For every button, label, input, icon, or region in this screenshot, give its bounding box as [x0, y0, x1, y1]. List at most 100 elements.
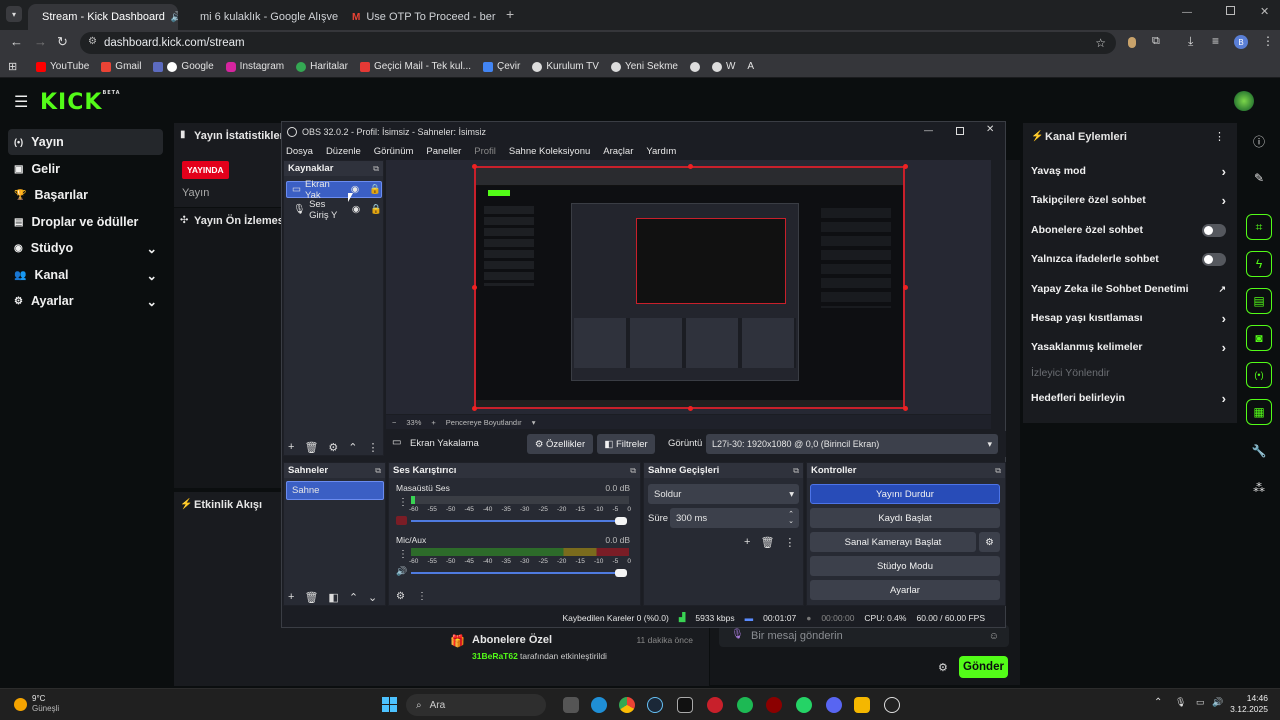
rockstar-icon[interactable] — [854, 697, 870, 713]
action-slow-mode[interactable]: Yavaş mod › — [1031, 164, 1226, 179]
apps-grid-icon[interactable]: ⊞ — [8, 60, 17, 73]
trash-icon[interactable]: 🗑 — [304, 441, 318, 454]
advanced-audio-icon[interactable]: ⚙ — [396, 591, 405, 602]
edge-icon[interactable] — [591, 697, 607, 713]
stop-streaming-button[interactable]: Yayını Durdur — [810, 484, 1000, 504]
speaker-icon[interactable]: 🔊 — [396, 566, 407, 577]
trash-icon[interactable]: 🗑 — [760, 536, 774, 549]
filters-button[interactable]: ◧ Filtreler — [597, 434, 655, 454]
weather-widget[interactable]: 9°C Güneşli — [14, 694, 59, 714]
tab-otp[interactable]: M Use OTP To Proceed - beratery ✕ — [344, 4, 496, 30]
channel-menu-icon[interactable]: ⋮ — [398, 549, 408, 560]
bookmark-globe[interactable] — [689, 61, 700, 72]
resize-handle[interactable] — [903, 285, 908, 290]
resize-handle[interactable] — [472, 285, 477, 290]
add-icon[interactable]: + — [288, 591, 294, 604]
bookmark-gmail[interactable]: Gmail — [101, 61, 141, 72]
zoom-in-icon[interactable]: + — [431, 418, 435, 427]
fit-to-window[interactable]: Pencereye Boyutlandır — [446, 418, 522, 427]
hamburger-menu-icon[interactable]: ☰ — [14, 92, 28, 112]
chat-settings-icon[interactable]: ⚙ — [938, 661, 948, 674]
popout-icon[interactable]: ⧉ — [995, 466, 1001, 476]
action-account-age[interactable]: Hesap yaşı kısıtlaması › — [1031, 311, 1226, 326]
whatsapp-icon[interactable] — [796, 697, 812, 713]
mic-icon[interactable]: 🎙 — [731, 629, 744, 640]
action-set-goals[interactable]: Hedefleri belirleyin › — [1031, 391, 1226, 406]
menu-tools[interactable]: Araçlar — [603, 146, 633, 157]
resize-handle[interactable] — [688, 164, 693, 169]
stepper-icon[interactable]: ⌃ ⌄ — [788, 511, 794, 525]
lock-icon[interactable]: 🔒 — [369, 184, 381, 195]
menu-view[interactable]: Görünüm — [374, 146, 414, 157]
start-recording-button[interactable]: Kaydı Başlat — [810, 508, 1000, 528]
obs-maximize-icon[interactable] — [956, 127, 964, 135]
browser-menu-icon[interactable]: ⋮ — [1262, 34, 1274, 48]
studio-mode-button[interactable]: Stüdyo Modu — [810, 556, 1000, 576]
virtual-camera-settings-icon[interactable]: ⚙ — [979, 532, 1000, 552]
tab-google-shopping[interactable]: mi 6 kulaklık - Google Alışveriş ✕ — [186, 4, 338, 30]
scene-item[interactable]: Sahne — [286, 481, 384, 500]
obs-close-icon[interactable]: ✕ — [986, 124, 994, 135]
popout-icon[interactable]: ⧉ — [373, 164, 379, 174]
action-subscribers-only[interactable]: Abonelere özel sohbet — [1031, 223, 1226, 237]
resize-handle[interactable] — [903, 406, 908, 411]
volume-slider[interactable] — [411, 572, 621, 574]
more-options-icon[interactable]: ⋮ — [417, 591, 427, 602]
more-options-icon[interactable]: ⋮ — [784, 536, 795, 549]
tab-kick-dashboard[interactable]: Stream - Kick Dashboard 🔊 ✕ — [28, 4, 178, 30]
start-button[interactable] — [382, 697, 397, 712]
source-item-audio-input[interactable]: 🎙 Ses Giriş Y ◉ 🔒 — [286, 199, 382, 221]
emote-only-toggle[interactable] — [1202, 252, 1226, 266]
volume-slider-knob[interactable] — [615, 569, 627, 577]
menu-edit[interactable]: Düzenle — [326, 146, 361, 157]
menu-help[interactable]: Yardım — [646, 146, 676, 157]
kick-logo[interactable]: KICKBETA — [40, 90, 121, 115]
volume-icon[interactable]: 🔊 — [1212, 697, 1223, 708]
discord-icon[interactable] — [826, 697, 842, 713]
chat-bubble-icon[interactable]: ◙ — [1246, 325, 1272, 351]
app-darkred-icon[interactable] — [766, 697, 782, 713]
bookmark-translate[interactable]: Çevir — [483, 61, 520, 72]
info-icon[interactable]: ⓘ — [1246, 128, 1272, 154]
sidebar-item-achievements[interactable]: 🏆 Başarılar — [8, 182, 163, 208]
maximize-window-icon[interactable] — [1226, 6, 1235, 15]
site-info-icon[interactable]: ⚙ — [88, 36, 97, 47]
steam-icon[interactable] — [647, 697, 663, 713]
action-followers-only[interactable]: Takipçilere özel sohbet › — [1031, 193, 1226, 208]
audio-icon[interactable]: 🔊 — [171, 12, 178, 23]
chrome-icon[interactable] — [619, 697, 635, 713]
menu-docks[interactable]: Paneller — [426, 146, 461, 157]
menu-scene-collection[interactable]: Sahne Koleksiyonu — [509, 146, 590, 157]
move-up-icon[interactable]: ⌃ — [349, 591, 358, 604]
reload-icon[interactable]: ↻ — [57, 34, 68, 50]
action-banned-words[interactable]: Yasaklanmış kelimeler › — [1031, 340, 1226, 355]
bookmark-w[interactable]: W — [711, 61, 735, 72]
bookmark-kurulum-tv[interactable]: Kurulum TV — [532, 61, 599, 72]
forward-icon[interactable]: → — [34, 34, 47, 49]
bookmark-a[interactable]: A — [747, 61, 754, 72]
layers-icon[interactable]: ▦ — [1246, 399, 1272, 425]
obs-preview-canvas[interactable] — [474, 166, 905, 409]
resize-handle[interactable] — [472, 406, 477, 411]
chevron-down-icon[interactable]: ▾ — [532, 418, 536, 427]
send-button[interactable]: Gönder — [959, 656, 1008, 678]
volume-slider[interactable] — [411, 520, 621, 522]
visibility-eye-icon[interactable]: ◉ — [352, 204, 360, 215]
action-emote-only[interactable]: Yalnızca ifadelerle sohbet — [1031, 252, 1226, 266]
extension-icon[interactable] — [1128, 37, 1136, 48]
menu-profile[interactable]: Profil — [474, 146, 496, 157]
profile-avatar[interactable]: B — [1234, 35, 1248, 49]
resize-handle[interactable] — [472, 164, 477, 169]
action-ai-moderation[interactable]: Yapay Zeka ile Sohbet Denetimi ↗ — [1031, 282, 1226, 296]
emoji-icon[interactable]: ☺ — [989, 631, 999, 642]
broadcast-icon[interactable]: (•) — [1246, 362, 1272, 388]
tray-overflow-icon[interactable]: ⌃ — [1154, 697, 1162, 708]
edit-icon[interactable]: ✎ — [1246, 165, 1272, 191]
sidebar-item-channel[interactable]: 👥 Kanal ⌄ — [8, 262, 163, 288]
bookmark-youtube[interactable]: YouTube — [36, 61, 89, 72]
obs-minimize-icon[interactable]: — — [924, 125, 933, 135]
mic-tray-icon[interactable]: 🎙 — [1175, 697, 1186, 708]
gear-icon[interactable]: ⚙ — [328, 441, 338, 454]
popout-icon[interactable]: ⧉ — [375, 466, 381, 476]
minimize-window-icon[interactable]: — — [1182, 7, 1192, 18]
